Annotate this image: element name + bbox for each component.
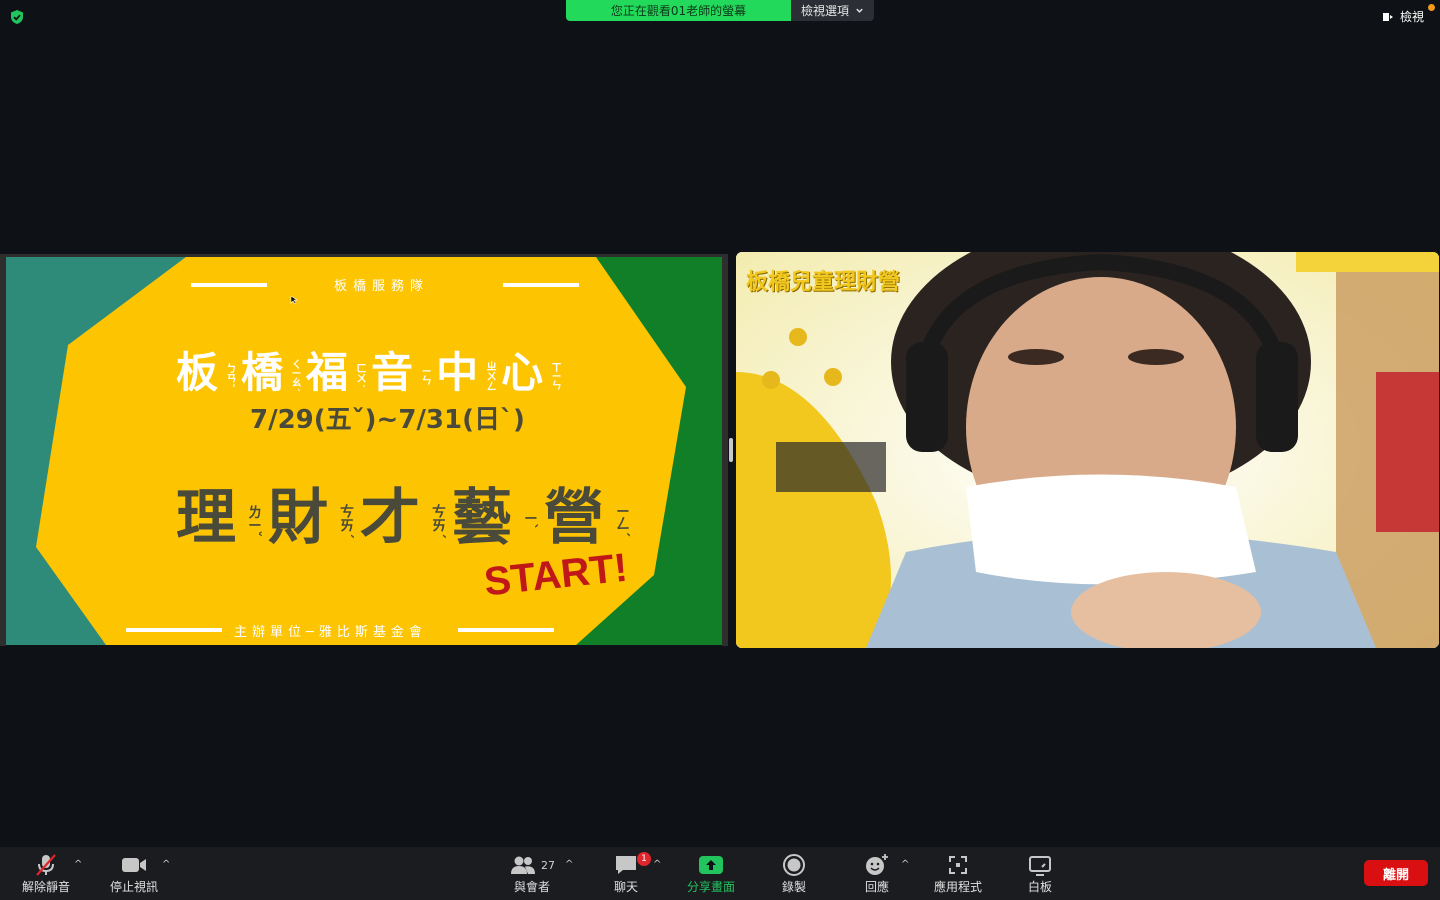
reactions-button[interactable]: 回應 bbox=[857, 847, 897, 900]
share-screen-icon bbox=[699, 856, 723, 874]
team-name: 板橋服務隊 bbox=[334, 279, 430, 294]
chat-icon bbox=[616, 856, 636, 874]
microphone-muted-icon bbox=[36, 854, 56, 876]
stop-video-button[interactable]: 停止視訊 bbox=[106, 847, 162, 900]
participants-icon bbox=[511, 856, 535, 874]
participants-count: 27 bbox=[541, 858, 555, 872]
whiteboard-button[interactable]: 白板 bbox=[1020, 847, 1060, 900]
zhuyin-annotation: ㄧㄥˊ bbox=[614, 505, 630, 538]
zhuyin-annotation: ㄈㄨˊ bbox=[354, 363, 366, 388]
video-options-caret[interactable]: ^ bbox=[162, 859, 170, 870]
audio-options-caret[interactable]: ^ bbox=[74, 859, 82, 870]
view-button[interactable]: 檢視 bbox=[1382, 8, 1424, 25]
stop-video-label: 停止視訊 bbox=[109, 880, 158, 894]
record-button[interactable]: 錄製 bbox=[774, 847, 814, 900]
record-icon bbox=[783, 854, 805, 876]
share-frame-right bbox=[722, 254, 728, 646]
center-title-text: 板ㄅㄢˇ 橋ㄑㄧㄠˊ 福ㄈㄨˊ 音ㄧㄣ 中ㄓㄨㄥ 心ㄒㄧㄣ bbox=[176, 348, 566, 397]
emoji-reaction-icon bbox=[866, 854, 888, 875]
zhuyin-annotation: ㄌㄧˇ bbox=[246, 505, 262, 538]
camp-title-text: 理ㄌㄧˇ 財ㄘㄞˊ 才ㄘㄞˊ 藝ㄧˋ 營ㄧㄥˊ bbox=[176, 483, 636, 553]
screen-share-banner: 您正在觀看01老師的螢幕 檢視選項 bbox=[566, 0, 874, 21]
view-options-button[interactable]: 檢視選項 bbox=[791, 0, 874, 21]
share-notice: 您正在觀看01老師的螢幕 bbox=[566, 0, 791, 21]
split-view-drag-handle[interactable] bbox=[729, 438, 733, 462]
video-overlay-title: 板橋兒童理財營 bbox=[746, 270, 901, 295]
mouse-cursor-icon bbox=[290, 295, 298, 305]
view-label: 檢視 bbox=[1399, 10, 1424, 24]
shared-screen-slide[interactable]: 板橋服務隊 板ㄅㄢˇ 橋ㄑㄧㄠˊ 福ㄈㄨˊ 音ㄧㄣ 中ㄓㄨㄥ 心ㄒㄧㄣ 7/29(五ˇ)~… bbox=[6, 257, 722, 645]
zhuyin-annotation: ㄘㄞˊ bbox=[430, 503, 446, 539]
security-shield-icon[interactable] bbox=[9, 9, 25, 25]
apps-button[interactable]: 應用程式 bbox=[930, 847, 986, 900]
unmute-button[interactable]: 解除靜音 bbox=[18, 847, 74, 900]
camp-title: 理ㄌㄧˇ 財ㄘㄞˊ 才ㄘㄞˊ 藝ㄧˋ 營ㄧㄥˊ bbox=[176, 469, 636, 556]
zhuyin-annotation: ㄑㄧㄠˊ bbox=[289, 359, 301, 392]
view-options-label: 檢視選項 bbox=[800, 4, 849, 18]
leave-button[interactable]: 離開 bbox=[1364, 860, 1428, 886]
participants-button[interactable]: 27 與會者 bbox=[502, 847, 562, 900]
event-dates: 7/29(五ˇ)~7/31(日ˋ) bbox=[250, 405, 525, 435]
center-title: 板ㄅㄢˇ 橋ㄑㄧㄠˊ 福ㄈㄨˊ 音ㄧㄣ 中ㄓㄨㄥ 心ㄒㄧㄣ bbox=[176, 339, 566, 400]
notification-dot bbox=[1428, 4, 1435, 11]
whiteboard-label: 白板 bbox=[1027, 880, 1052, 894]
zhuyin-annotation: ㄅㄢˇ bbox=[224, 363, 236, 388]
participant-video[interactable]: 板橋兒童理財營 bbox=[736, 252, 1439, 648]
reactions-options-caret[interactable]: ^ bbox=[901, 859, 909, 870]
participants-label: 與會者 bbox=[513, 880, 550, 894]
zhuyin-annotation: ㄧㄣ bbox=[419, 366, 431, 385]
video-camera-icon bbox=[122, 858, 146, 872]
meeting-toolbar: 解除靜音 ^ 停止視訊 ^ 27 與會者 ^ 1 聊天 ^ 分享畫面 錄製 回應… bbox=[0, 847, 1440, 900]
zhuyin-annotation: ㄘㄞˊ bbox=[338, 503, 354, 539]
share-screen-label: 分享畫面 bbox=[686, 880, 735, 894]
apps-label: 應用程式 bbox=[933, 880, 982, 894]
zhuyin-annotation: ㄒㄧㄣ bbox=[549, 361, 561, 390]
chat-label: 聊天 bbox=[613, 880, 638, 894]
chat-badge: 1 bbox=[637, 852, 651, 866]
reactions-label: 回應 bbox=[864, 880, 889, 894]
chat-button[interactable]: 1 聊天 bbox=[606, 847, 651, 900]
chat-options-caret[interactable]: ^ bbox=[653, 859, 661, 870]
view-layout-icon bbox=[1382, 12, 1393, 21]
apps-icon bbox=[949, 856, 967, 874]
chevron-down-icon bbox=[856, 8, 863, 13]
participants-options-caret[interactable]: ^ bbox=[565, 859, 573, 870]
video-frame bbox=[736, 252, 1439, 648]
zhuyin-annotation: ㄓㄨㄥ bbox=[484, 360, 496, 391]
share-screen-button[interactable]: 分享畫面 bbox=[684, 847, 738, 900]
whiteboard-icon bbox=[1029, 856, 1051, 876]
zhuyin-annotation: ㄧˋ bbox=[522, 512, 538, 531]
organizer-text: 主辦單位─雅比斯基金會 bbox=[234, 625, 427, 640]
record-label: 錄製 bbox=[781, 880, 806, 894]
unmute-label: 解除靜音 bbox=[21, 880, 70, 894]
